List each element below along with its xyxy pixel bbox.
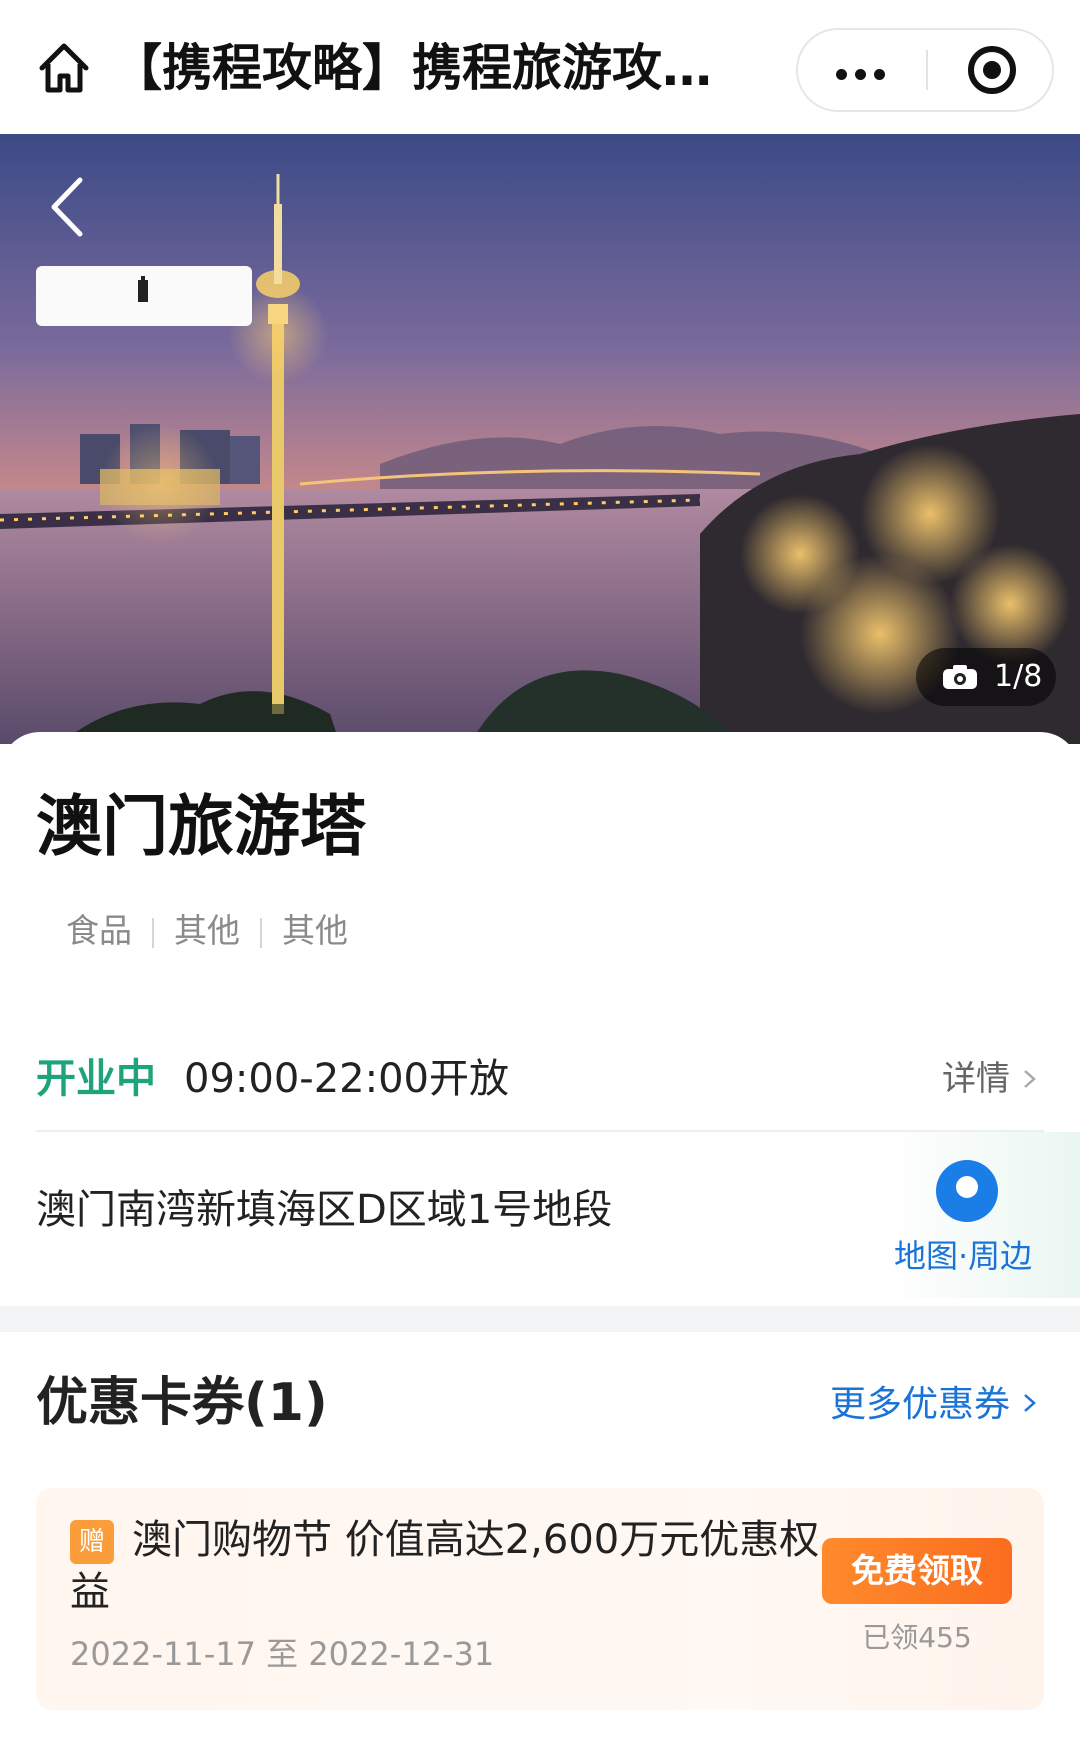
poi-card: 澳门旅游塔 食品 其他 其他 开业中 09:00-22:00开放 详情 澳门南湾新填… (0, 732, 1080, 1751)
chevron-right-icon (1024, 1394, 1036, 1412)
photo-count: 1/8 (994, 659, 1043, 694)
tag-item: 其他 (174, 911, 240, 950)
poi-title: 澳门旅游塔 (36, 788, 366, 865)
photo-counter[interactable]: 1/8 (916, 648, 1056, 706)
opening-hours: 09:00-22:00开放 (184, 1056, 509, 1102)
top-bar: 【携程攻略】携程旅游攻… (0, 0, 1080, 134)
macau-tower-photo (0, 134, 1080, 744)
tag-divider (260, 917, 262, 948)
opening-hours-row[interactable]: 开业中 09:00-22:00开放 详情 (36, 1042, 1044, 1122)
open-status: 开业中 (36, 1056, 156, 1102)
coupon-name: 澳门购物节 价值高达2,600万元优惠权益 (70, 1517, 820, 1615)
map-nearby-link[interactable]: 地图·周边 (894, 1236, 1032, 1276)
camera-icon (943, 665, 977, 689)
more-coupons-link[interactable]: 更多优惠券 (830, 1382, 1044, 1428)
claim-coupon-button[interactable]: 免费领取 (822, 1538, 1012, 1604)
section-separator (0, 1306, 1080, 1332)
more-dots-icon[interactable] (798, 30, 926, 110)
tag-item: 其他 (282, 911, 348, 950)
tag-item: 食品 (66, 911, 132, 950)
home-icon[interactable] (34, 38, 94, 98)
coupon-date-range: 2022-11-17 至 2022-12-31 (70, 1635, 495, 1673)
macau-tower-logo (36, 266, 252, 326)
tag-divider (152, 917, 154, 948)
hours-detail-label: 详情 (942, 1059, 1010, 1099)
coupon-card[interactable]: 赠 澳门购物节 价值高达2,600万元优惠权益 2022-11-17 至 202… (36, 1488, 1044, 1710)
more-coupons-label: 更多优惠券 (829, 1384, 1010, 1425)
claimed-count: 已领455 (862, 1621, 972, 1654)
address-row[interactable]: 澳门南湾新填海区D区域1号地段 地图·周边 (0, 1132, 1080, 1298)
poi-tags: 食品 其他 其他 (66, 908, 348, 954)
hero-photo[interactable]: 1/8 (0, 134, 1080, 744)
map-pin-icon[interactable] (936, 1160, 998, 1222)
coupon-section-title: 优惠卡券(1) (36, 1373, 328, 1433)
poi-address: 澳门南湾新填海区D区域1号地段 (36, 1187, 613, 1233)
mini-program-capsule (796, 28, 1054, 112)
chevron-right-icon (1024, 1070, 1036, 1088)
coupon-section-header: 优惠卡券(1) 更多优惠券 (36, 1364, 1044, 1444)
tower-logo-icon (138, 276, 148, 302)
hours-detail-link[interactable]: 详情 (942, 1054, 1044, 1104)
back-chevron-icon[interactable] (44, 172, 96, 242)
close-ring-icon[interactable] (928, 30, 1054, 110)
page-title: 【携程攻略】携程旅游攻… (112, 39, 712, 97)
